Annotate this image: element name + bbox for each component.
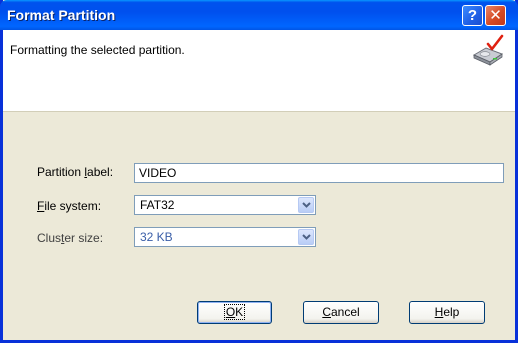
question-icon: ? [467, 7, 478, 24]
chevron-down-icon [302, 202, 311, 208]
file-system-dropdown-button[interactable] [298, 197, 314, 213]
help-button-label: Help [434, 305, 460, 319]
cancel-button[interactable]: Cancel [303, 301, 379, 324]
ok-button-label: OK [223, 304, 246, 320]
cluster-size-label: Cluster size: [37, 231, 104, 245]
help-button[interactable]: Help [409, 301, 485, 324]
cancel-button-label: Cancel [322, 305, 360, 319]
header-description: Formatting the selected partition. [10, 43, 185, 57]
file-system-select[interactable]: FAT32 [134, 195, 316, 215]
window-title: Format Partition [7, 7, 116, 23]
partition-label-input[interactable] [134, 163, 504, 183]
file-system-value: FAT32 [140, 198, 175, 212]
ok-button[interactable]: OK [197, 301, 272, 324]
chevron-down-icon [302, 234, 311, 240]
cluster-size-select[interactable]: 32 KB [134, 227, 316, 247]
file-system-label: File system: [37, 199, 102, 213]
partition-label-label: Partition label: [37, 165, 114, 179]
close-button[interactable]: ✕ [485, 5, 506, 26]
cluster-size-value: 32 KB [140, 230, 173, 244]
format-partition-dialog: Format Partition ? ✕ Formatting the sele… [0, 0, 518, 343]
drive-format-icon [471, 33, 505, 67]
cluster-size-dropdown-button[interactable] [298, 229, 314, 245]
title-bar[interactable]: Format Partition ? ✕ [0, 0, 518, 30]
help-title-button[interactable]: ? [462, 5, 483, 26]
close-icon: ✕ [489, 7, 502, 24]
